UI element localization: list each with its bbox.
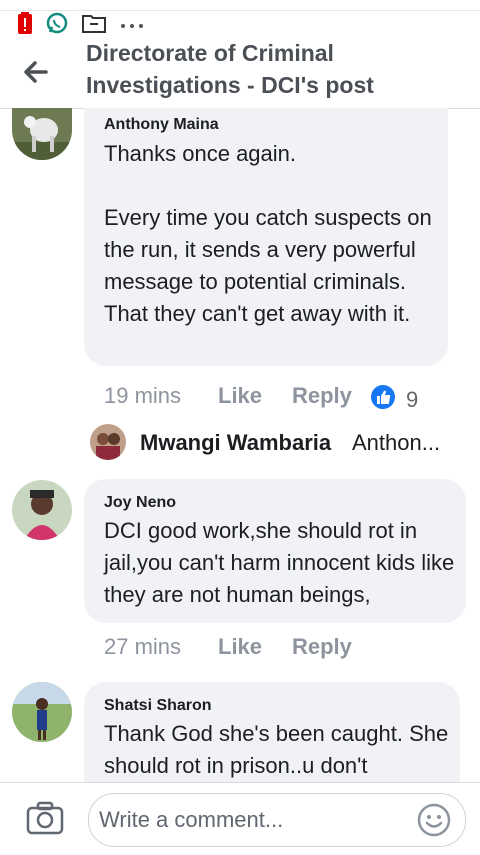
- reaction-count[interactable]: 9: [370, 384, 418, 415]
- avatar[interactable]: [12, 108, 72, 160]
- avatar[interactable]: [12, 480, 72, 540]
- folder-icon: [82, 13, 106, 38]
- reply-author[interactable]: Mwangi Wambaria: [140, 430, 331, 456]
- comment-feed[interactable]: Anthony Maina Thanks once again. Every t…: [0, 108, 480, 782]
- comment-author[interactable]: Anthony Maina: [104, 116, 219, 134]
- more-dots-icon: [120, 16, 144, 34]
- battery-alert-icon: [18, 11, 32, 39]
- comment-author[interactable]: Joy Neno: [104, 494, 176, 512]
- comment-input[interactable]: Write a comment...: [88, 793, 466, 847]
- comment-composer: Write a comment...: [0, 782, 480, 855]
- emoji-icon[interactable]: [417, 803, 451, 842]
- reply-button[interactable]: Reply: [292, 634, 352, 660]
- page-title: Directorate of Criminal Investigations -…: [86, 40, 374, 98]
- like-button[interactable]: Like: [218, 383, 262, 409]
- comment-bubble[interactable]: Joy Neno DCI good work,she should rot in…: [84, 479, 466, 623]
- back-arrow-icon: [24, 61, 48, 83]
- comment-bubble[interactable]: Anthony Maina Thanks once again. Every t…: [84, 108, 448, 366]
- comment-bubble[interactable]: Shatsi Sharon Thank God she's been caugh…: [84, 682, 460, 782]
- avatar[interactable]: [12, 682, 72, 742]
- comment-text: Thank God she's been caught. She should …: [104, 721, 449, 778]
- comment-time: 27 mins: [104, 634, 182, 659]
- reply-button[interactable]: Reply: [292, 383, 352, 409]
- whatsapp-icon: [46, 12, 68, 39]
- comment-author[interactable]: Shatsi Sharon: [104, 697, 212, 715]
- status-icons: [18, 10, 144, 40]
- post-header: Directorate of Criminal Investigations -…: [0, 40, 480, 109]
- avatar[interactable]: [90, 424, 126, 460]
- thumbs-up-icon: [370, 384, 396, 415]
- reply-snippet: Anthon...: [352, 430, 441, 455]
- camera-icon[interactable]: [26, 801, 64, 840]
- comment-input-placeholder: Write a comment...: [99, 807, 284, 832]
- reaction-count-value: 9: [406, 386, 419, 412]
- comment-text: DCI good work,she should rot in jail,you…: [104, 518, 455, 607]
- like-button[interactable]: Like: [218, 634, 262, 660]
- back-button[interactable]: [18, 54, 54, 90]
- reply-preview[interactable]: Mwangi Wambaria Anthon...: [90, 420, 460, 464]
- comment-time: 19 mins: [104, 383, 182, 408]
- comment-text: Thanks once again. Every time you catch …: [104, 141, 432, 326]
